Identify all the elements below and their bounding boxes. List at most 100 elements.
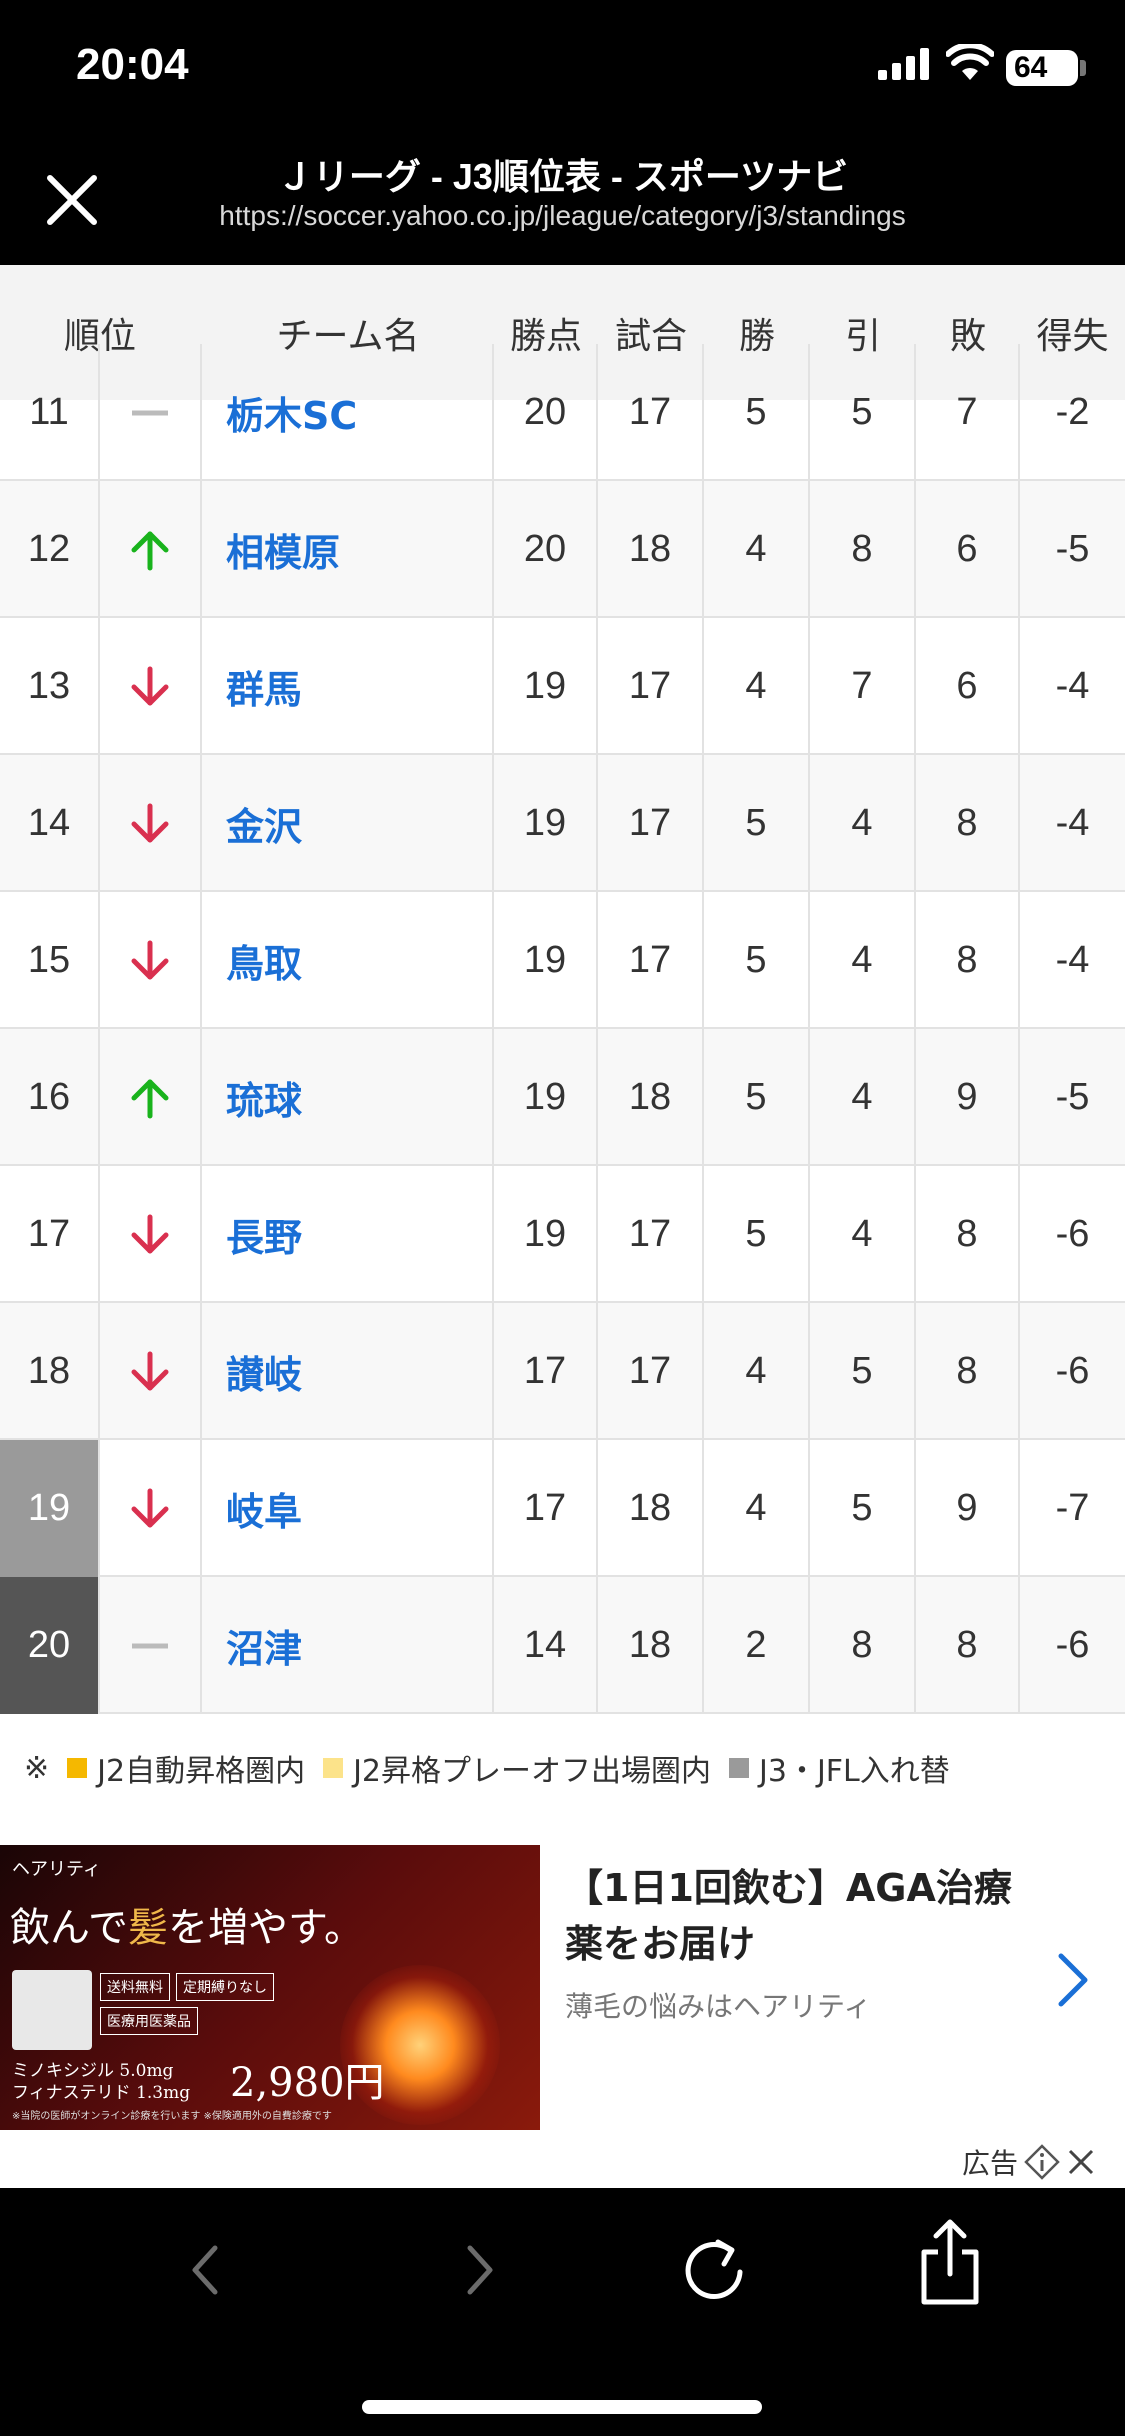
losses-cell: 9 (916, 1029, 1020, 1166)
back-icon[interactable] (185, 2240, 225, 2300)
team-link[interactable]: 栃木SC (202, 344, 494, 481)
ad-label-text: 広告 (962, 2147, 1019, 2180)
ad-price: 2,980円 (230, 2060, 385, 2106)
wins-cell: 5 (704, 892, 810, 1029)
clock: 20:04 (76, 40, 189, 89)
wins-cell: 4 (704, 1440, 810, 1577)
points-cell: 19 (494, 892, 598, 1029)
team-link[interactable]: 群馬 (202, 618, 494, 755)
goal-diff-cell: -5 (1055, 1076, 1090, 1118)
wins-cell: 5 (704, 1166, 810, 1303)
played-cell: 17 (598, 1303, 704, 1440)
wins-cell: 5 (704, 1029, 810, 1166)
trend-cell (100, 1166, 202, 1303)
ad-note: ※当院の医師がオンライン診療を行います ※保険適用外の自費診療です (12, 2111, 332, 2122)
wins-cell: 5 (704, 755, 810, 892)
played-cell: 17 (598, 755, 704, 892)
goal-diff-cell: -7 (1055, 1487, 1090, 1529)
arrow-down-icon (131, 1214, 169, 1253)
ad-spec-line: フィナステリド 1.3mg (12, 2083, 191, 2103)
table-row: 20 沼津 14 18 2 8 8 -6 (0, 1577, 1125, 1714)
team-link[interactable]: 岐阜 (202, 1440, 494, 1577)
arrow-down-icon (131, 803, 169, 842)
ad-headline: 飲んで髪を増やす。 (10, 1895, 364, 1953)
wins-cell: 4 (704, 1303, 810, 1440)
ad-banner[interactable]: ヘアリティ 飲んで髪を増やす。 送料無料 定期縛りなし 医療用医薬品 ミノキシジ… (0, 1845, 1125, 2130)
team-link[interactable]: 金沢 (202, 755, 494, 892)
home-indicator[interactable] (362, 2400, 762, 2414)
battery-icon: 64 (1006, 50, 1078, 86)
table-row: 12 相模原 20 18 4 8 6 -5 (0, 481, 1125, 618)
team-link[interactable]: 長野 (202, 1166, 494, 1303)
page-title: Ｊリーグ - J3順位表 - スポーツナビ (276, 156, 849, 197)
table-row: 14 金沢 19 17 5 4 8 -4 (0, 755, 1125, 892)
ad-subtitle: 薄毛の悩みはヘアリティ (565, 1990, 872, 2023)
reload-icon[interactable] (680, 2228, 750, 2308)
team-link[interactable]: 鳥取 (202, 892, 494, 1029)
ad-tag: 医療用医薬品 (100, 2007, 198, 2035)
ad-tag: 送料無料 (100, 1973, 170, 2001)
points-cell: 14 (494, 1577, 598, 1714)
arrow-up-icon (131, 531, 169, 570)
ad-image[interactable]: ヘアリティ 飲んで髪を増やす。 送料無料 定期縛りなし 医療用医薬品 ミノキシジ… (0, 1845, 540, 2130)
page-url: https://soccer.yahoo.co.jp/jleague/categ… (219, 200, 906, 231)
draws-cell: 7 (810, 618, 916, 755)
table-row: 19 岐阜 17 18 4 5 9 -7 (0, 1440, 1125, 1577)
chevron-right-icon[interactable] (1055, 1950, 1091, 2010)
played-cell: 18 (598, 1440, 704, 1577)
points-cell: 17 (494, 1440, 598, 1577)
losses-cell: 8 (916, 755, 1020, 892)
goal-diff-cell: -4 (1055, 665, 1090, 707)
rank-cell: 11 (0, 344, 100, 481)
table-row: 17 長野 19 17 5 4 8 -6 (0, 1166, 1125, 1303)
played-cell: 18 (598, 1577, 704, 1714)
no-change-icon (132, 1643, 168, 1648)
team-link[interactable]: 沼津 (202, 1577, 494, 1714)
battery-cap (1080, 60, 1086, 76)
ad-headline-c: を増やす。 (168, 1905, 364, 1951)
info-icon[interactable] (1024, 2144, 1060, 2180)
ad-spec-line: ミノキシジル 5.0mg (12, 2061, 174, 2081)
ad-title[interactable]: 【1日1回飲む】AGA治療薬をお届け (565, 1860, 1035, 1972)
wins-cell: 5 (704, 344, 810, 481)
losses-cell: 6 (916, 618, 1020, 755)
losses-cell: 8 (916, 1166, 1020, 1303)
team-link[interactable]: 讃岐 (202, 1303, 494, 1440)
draws-cell: 5 (810, 1303, 916, 1440)
played-cell: 18 (598, 481, 704, 618)
points-cell: 20 (494, 481, 598, 618)
ad-spec: ミノキシジル 5.0mg フィナステリド 1.3mg (12, 2060, 190, 2104)
share-icon[interactable] (918, 2218, 982, 2308)
legend-label-playoff: J2昇格プレーオフ出場圏内 (353, 1754, 712, 1789)
ad-label[interactable]: 広告 (962, 2142, 1096, 2182)
trend-cell (100, 1303, 202, 1440)
ad-tags: 送料無料 定期縛りなし 医療用医薬品 (100, 1973, 300, 2035)
goal-diff-cell: -5 (1055, 528, 1090, 570)
forward-icon[interactable] (460, 2240, 500, 2300)
team-link[interactable]: 相模原 (202, 481, 494, 618)
draws-cell: 4 (810, 1166, 916, 1303)
wins-cell: 4 (704, 618, 810, 755)
played-cell: 18 (598, 1029, 704, 1166)
browser-header: Ｊリーグ - J3順位表 - スポーツナビ https://soccer.yah… (0, 130, 1125, 265)
points-cell: 19 (494, 1029, 598, 1166)
rank-cell: 13 (0, 618, 100, 755)
goal-diff-cell: -6 (1055, 1213, 1090, 1255)
losses-cell: 7 (916, 344, 1020, 481)
ad-headline-b: 髪 (128, 1905, 168, 1951)
table-row: 11 栃木SC 20 17 5 5 7 -2 (0, 344, 1125, 481)
table-row: 16 琉球 19 18 5 4 9 -5 (0, 1029, 1125, 1166)
played-cell: 17 (598, 892, 704, 1029)
points-cell: 19 (494, 755, 598, 892)
draws-cell: 4 (810, 755, 916, 892)
trend-cell (100, 1577, 202, 1714)
draws-cell: 5 (810, 1440, 916, 1577)
goal-diff-cell: -6 (1055, 1350, 1090, 1392)
team-link[interactable]: 琉球 (202, 1029, 494, 1166)
table-row: 18 讃岐 17 17 4 5 8 -6 (0, 1303, 1125, 1440)
losses-cell: 8 (916, 1303, 1020, 1440)
browser-toolbar (0, 2188, 1125, 2436)
trend-cell (100, 1029, 202, 1166)
close-ad-icon[interactable] (1066, 2147, 1096, 2177)
losses-cell: 9 (916, 1440, 1020, 1577)
